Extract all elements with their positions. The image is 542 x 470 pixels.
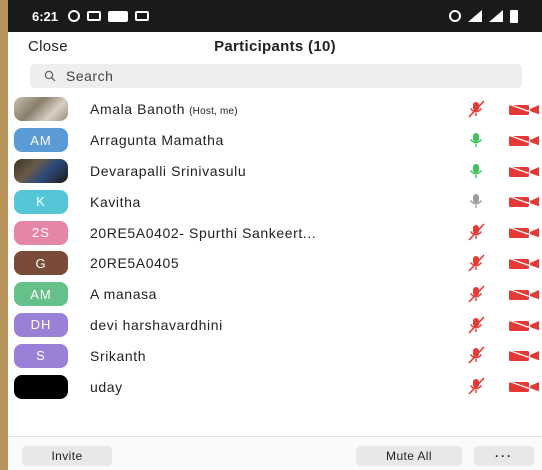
alarm-icon — [449, 10, 461, 22]
participant-row[interactable]: G 20RE5A0405 — [8, 248, 542, 279]
avatar — [14, 97, 68, 122]
video-off-icon[interactable] — [507, 103, 540, 116]
video-icon — [108, 10, 129, 22]
search-bar[interactable] — [30, 64, 522, 88]
participant-row[interactable]: S Srikanth — [8, 340, 542, 371]
participant-name: A manasa — [90, 286, 157, 302]
gallery-icon — [135, 11, 150, 21]
video-off-icon[interactable] — [507, 257, 540, 270]
participant-name-text: Srikanth — [90, 347, 147, 364]
avatar: DH — [14, 312, 68, 337]
participant-row[interactable]: Amala Banoth (Host, me) — [8, 94, 542, 125]
participant-name-text: Arragunta Mamatha — [90, 132, 224, 149]
mic-muted-icon[interactable] — [466, 223, 486, 241]
participant-row[interactable]: DH devi harshavardhini — [8, 310, 542, 341]
participant-name-text: 20RE5A0402- Spurthi Sankeert... — [90, 224, 317, 241]
video-off-icon[interactable] — [507, 134, 540, 147]
message-icon — [87, 11, 102, 21]
participant-name-text: Amala Banoth — [90, 101, 186, 118]
participant-name-text: A manasa — [90, 286, 158, 303]
mic-icon[interactable] — [466, 162, 486, 180]
page-title: Participants (10) — [214, 38, 336, 55]
avatar: K — [14, 189, 68, 214]
participant-row[interactable]: AM A manasa — [8, 279, 542, 310]
participant-name: 20RE5A0405 — [90, 255, 179, 271]
whatsapp-icon — [68, 10, 81, 22]
avatar — [14, 374, 68, 399]
participant-row[interactable]: K Kavitha — [8, 186, 542, 217]
header: Close Participants (10) — [8, 32, 542, 60]
mic-muted-icon[interactable] — [466, 285, 486, 303]
mic-muted-icon[interactable] — [466, 316, 486, 334]
battery-icon — [510, 9, 518, 23]
participant-name-text: devi harshavardhini — [90, 316, 223, 333]
participant-name: 20RE5A0402- Spurthi Sankeert... — [90, 225, 316, 241]
mic-icon[interactable] — [466, 131, 486, 149]
participant-row[interactable]: uday — [8, 371, 542, 402]
status-bar: 6:21 — [8, 0, 542, 32]
participant-name: Amala Banoth (Host, me) — [90, 101, 238, 117]
mic-muted-icon[interactable] — [466, 346, 486, 364]
participant-name: devi harshavardhini — [90, 317, 223, 333]
avatar: AM — [14, 282, 68, 307]
participant-name-text: uday — [90, 378, 123, 395]
more-options-button[interactable]: ··· — [474, 446, 534, 466]
mic-muted-icon[interactable] — [466, 100, 486, 118]
avatar: 2S — [14, 220, 68, 245]
phone-screen: 6:21 Close Participants (10) Amala Banot… — [8, 0, 542, 470]
participant-row[interactable]: AM Arragunta Mamatha — [8, 125, 542, 156]
video-off-icon[interactable] — [507, 319, 540, 332]
participant-name: uday — [90, 379, 123, 395]
mic-muted-icon[interactable] — [466, 377, 486, 395]
participant-name: Kavitha — [90, 194, 141, 210]
mute-all-button[interactable]: Mute All — [356, 446, 462, 466]
avatar: G — [14, 251, 68, 276]
participant-row[interactable]: Devarapalli Srinivasulu — [8, 156, 542, 187]
participant-name: Arragunta Mamatha — [90, 132, 224, 148]
invite-button[interactable]: Invite — [22, 446, 112, 466]
avatar — [14, 158, 68, 183]
video-off-icon[interactable] — [507, 195, 540, 208]
mic-muted-icon[interactable] — [466, 254, 486, 272]
footer-toolbar: Invite Mute All ··· — [8, 436, 542, 470]
host-tag: (Host, me) — [189, 106, 238, 118]
search-icon — [44, 70, 56, 82]
video-off-icon[interactable] — [507, 288, 540, 301]
video-off-icon[interactable] — [507, 349, 540, 362]
mic-icon[interactable] — [466, 192, 486, 210]
participant-name: Srikanth — [90, 348, 146, 364]
video-off-icon[interactable] — [507, 226, 540, 239]
search-input[interactable] — [64, 67, 468, 85]
video-off-icon[interactable] — [507, 380, 540, 393]
avatar: S — [14, 343, 68, 368]
participant-name-text: Kavitha — [90, 193, 141, 210]
signal-2-icon — [489, 10, 503, 22]
participant-row[interactable]: 2S 20RE5A0402- Spurthi Sankeert... — [8, 217, 542, 248]
participant-name-text: Devarapalli Srinivasulu — [90, 162, 247, 179]
participant-name: Devarapalli Srinivasulu — [90, 163, 246, 179]
participant-name-text: 20RE5A0405 — [90, 255, 180, 272]
video-off-icon[interactable] — [507, 165, 540, 178]
participant-list: Amala Banoth (Host, me) AM Arragunta Mamath… — [8, 94, 542, 402]
avatar: AM — [14, 128, 68, 153]
signal-icon — [468, 10, 482, 22]
status-time: 6:21 — [32, 8, 59, 24]
